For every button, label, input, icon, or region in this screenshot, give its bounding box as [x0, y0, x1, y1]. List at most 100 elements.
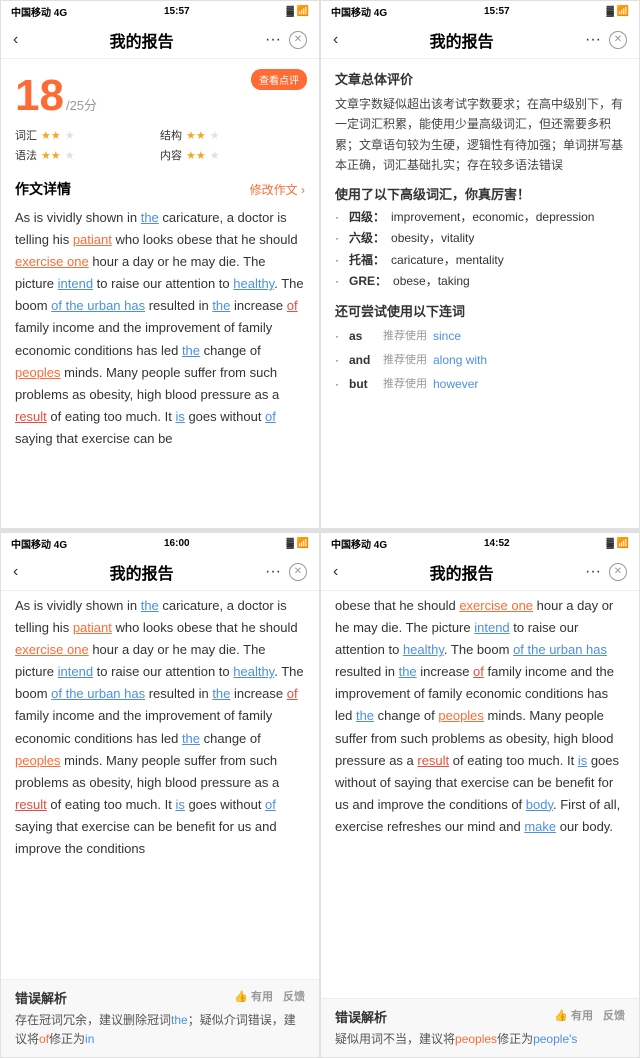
carrier-tl: 中国移动 4G	[11, 4, 67, 19]
word-of-2: of	[265, 409, 276, 424]
word-the-bl-2: the	[212, 686, 230, 701]
word-the-bl-3: the	[182, 731, 200, 746]
word-is-br: is	[578, 753, 587, 768]
word-patiant: patiant	[73, 232, 112, 247]
error-section-br: 错误解析 👍 有用 反馈 疑似用词不当，建议将peoples修正为people'…	[321, 998, 639, 1057]
modify-essay-btn[interactable]: 修改作文 ›	[250, 181, 305, 198]
panel-top-right: 中国移动 4G 15:57 ▓ 📶 ‹ 我的报告 ··· ✕ 文章总体评价 文章…	[320, 0, 640, 529]
score-meta: 词汇 ★★★ 结构 ★★★ 语法 ★★★ 内容 ★★★	[15, 127, 305, 163]
word-intend-br: intend	[474, 620, 509, 635]
error-feedback-bl: 👍 有用 反馈	[234, 988, 305, 1007]
nav-title-tr: 我的报告	[430, 28, 494, 52]
right-content-tr: 文章总体评价 文章字数疑似超出该考试字数要求；在高中级别下，有一定词汇积累，能使…	[321, 59, 639, 406]
time-bl: 16:00	[164, 538, 190, 549]
helpful-btn-bl[interactable]: 👍 有用	[234, 988, 273, 1007]
menu-btn-bl[interactable]: ···	[265, 563, 281, 581]
word-of-the-urban-br: of the urban has	[513, 642, 607, 657]
word-the-3: the	[182, 343, 200, 358]
vocab-item-3: · 托福： caricature，mentality	[335, 250, 625, 272]
vocab-list: · 四级： improvement，economic，depression · …	[335, 207, 625, 293]
vocab-item-2: · 六级： obesity，vitality	[335, 228, 625, 250]
back-btn-tl[interactable]: ‹	[13, 31, 18, 49]
meta-content: 内容 ★★★	[160, 147, 305, 163]
back-btn-tr[interactable]: ‹	[333, 31, 338, 49]
essay-body-br: obese that he should exercise one hour a…	[321, 591, 639, 998]
status-bar-tr: 中国移动 4G 15:57 ▓ 📶	[321, 1, 639, 21]
close-btn-br[interactable]: ✕	[609, 563, 627, 581]
word-the-1: the	[141, 210, 159, 225]
time-tr: 15:57	[484, 6, 510, 17]
meta-structure: 结构 ★★★	[160, 127, 305, 143]
word-of-bl: of	[287, 686, 298, 701]
word-the-br-2: the	[356, 708, 374, 723]
word-of-the-urban-bl: of the urban has	[51, 686, 145, 701]
word-exercise-one-bl: exercise one	[15, 642, 89, 657]
view-review-btn[interactable]: 查看点评	[251, 69, 307, 90]
word-peoples-br: peoples	[438, 708, 484, 723]
word-is: is	[175, 409, 184, 424]
essay-body-tl: As is vividly shown in the caricature, a…	[1, 203, 319, 458]
word-exercise-one: exercise one	[15, 254, 89, 269]
battery-br: ▓ 📶	[606, 538, 629, 549]
back-btn-bl[interactable]: ‹	[13, 563, 18, 581]
error-title-br: 错误解析 👍 有用 反馈	[335, 1007, 625, 1026]
status-bar-br: 中国移动 4G 14:52 ▓ 📶	[321, 533, 639, 553]
word-intend: intend	[58, 276, 93, 291]
score-card: 查看点评 18 /25分 词汇 ★★★ 结构 ★★★ 语法 ★★★ 内容 ★★★	[1, 59, 319, 171]
menu-btn-br[interactable]: ···	[585, 563, 601, 581]
connector-item-2: · and 推荐使用 along with	[335, 348, 625, 372]
word-of-the-urban-has: of the urban has	[51, 298, 145, 313]
word-result: result	[15, 409, 47, 424]
word-the-2: the	[212, 298, 230, 313]
nav-right-tr: ··· ✕	[585, 31, 627, 49]
back-btn-br[interactable]: ‹	[333, 563, 338, 581]
connector-list: · as 推荐使用 since · and 推荐使用 along with · …	[335, 324, 625, 396]
score-number: 18	[15, 71, 64, 121]
nav-title-bl: 我的报告	[110, 560, 174, 584]
error-text-br: 疑似用词不当，建议将peoples修正为people's	[335, 1030, 625, 1049]
essay-body-bl: As is vividly shown in the caricature, a…	[1, 591, 319, 979]
essay-section-header: 作文详情 修改作文 ›	[1, 171, 319, 203]
vocab-section-title: 使用了以下高级词汇，你真厉害！	[335, 184, 625, 203]
nav-bar-br: ‹ 我的报告 ··· ✕	[321, 553, 639, 591]
battery-tl: ▓ 📶	[286, 6, 309, 17]
nav-right-bl: ··· ✕	[265, 563, 307, 581]
score-denom: /25分	[66, 95, 97, 114]
word-is-bl: is	[175, 797, 184, 812]
word-peoples: peoples	[15, 365, 61, 380]
error-text-bl: 存在冠词冗余，建议删除冠词the；疑似介词错误，建议将of修正为in	[15, 1011, 305, 1049]
menu-btn-tr[interactable]: ···	[585, 31, 601, 49]
nav-right-tl: ··· ✕	[265, 31, 307, 49]
carrier-tr: 中国移动 4G	[331, 4, 387, 19]
word-result-bl: result	[15, 797, 47, 812]
report-btn-br[interactable]: 反馈	[603, 1007, 625, 1026]
menu-btn-tl[interactable]: ···	[265, 31, 281, 49]
connector-item-3: · but 推荐使用 however	[335, 372, 625, 396]
connector-item-1: · as 推荐使用 since	[335, 324, 625, 348]
word-of2-bl: of	[265, 797, 276, 812]
carrier-bl: 中国移动 4G	[11, 536, 67, 551]
error-feedback-br: 👍 有用 反馈	[554, 1007, 625, 1026]
connector-section-title: 还可尝试使用以下连词	[335, 301, 625, 320]
close-btn-tr[interactable]: ✕	[609, 31, 627, 49]
carrier-br: 中国移动 4G	[331, 536, 387, 551]
overall-title: 文章总体评价	[335, 69, 625, 88]
nav-title-tl: 我的报告	[110, 28, 174, 52]
time-br: 14:52	[484, 538, 510, 549]
time-tl: 15:57	[164, 6, 190, 17]
meta-vocab: 词汇 ★★★	[15, 127, 160, 143]
status-bar-tl: 中国移动 4G 15:57 ▓ 📶	[1, 1, 319, 21]
panel-bottom-left: 中国移动 4G 16:00 ▓ 📶 ‹ 我的报告 ··· ✕ As is viv…	[0, 529, 320, 1058]
word-peoples-bl: peoples	[15, 753, 61, 768]
overall-text: 文章字数疑似超出该考试字数要求；在高中级别下，有一定词汇积累，能使用少量高级词汇…	[335, 94, 625, 176]
word-patiant-bl: patiant	[73, 620, 112, 635]
error-title-bl: 错误解析 👍 有用 反馈	[15, 988, 305, 1007]
status-bar-bl: 中国移动 4G 16:00 ▓ 📶	[1, 533, 319, 553]
word-of-br: of	[473, 664, 484, 679]
nav-bar-tr: ‹ 我的报告 ··· ✕	[321, 21, 639, 59]
close-btn-bl[interactable]: ✕	[289, 563, 307, 581]
helpful-btn-br[interactable]: 👍 有用	[554, 1007, 593, 1026]
report-btn-bl[interactable]: 反馈	[283, 988, 305, 1007]
close-btn-tl[interactable]: ✕	[289, 31, 307, 49]
word-body-br: body	[526, 797, 553, 812]
